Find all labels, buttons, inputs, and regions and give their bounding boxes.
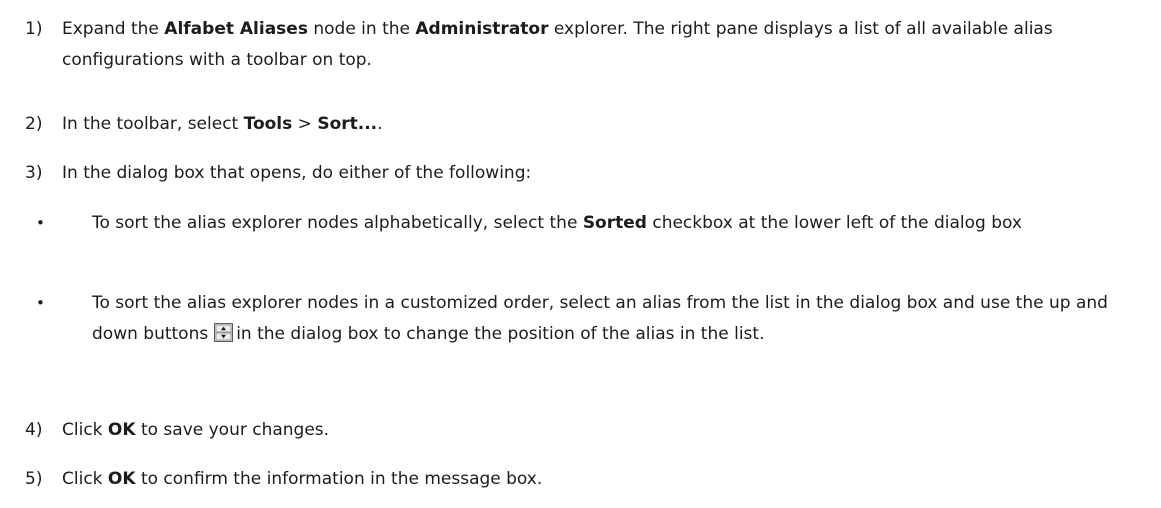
text: in the dialog box to change the position… <box>236 324 765 344</box>
text: Click <box>62 420 108 440</box>
ui-term: Sort... <box>317 114 378 134</box>
text: In the toolbar, select <box>62 114 244 134</box>
text: . <box>377 114 383 134</box>
step-text: Click OK to confirm the information in t… <box>62 464 1145 495</box>
bullet-dot: • <box>36 214 45 232</box>
step-text: In the toolbar, select Tools > Sort.... <box>62 109 1145 140</box>
ui-term: Alfabet Aliases <box>164 19 308 39</box>
step-number: 1) <box>25 19 43 39</box>
bullet-text: To sort the alias explorer nodes in a cu… <box>92 288 1146 350</box>
text: > <box>292 114 318 134</box>
text: to confirm the information in the messag… <box>135 469 543 489</box>
ui-term: OK <box>107 469 136 489</box>
bullet-1: • To sort the alias explorer nodes alpha… <box>36 208 1146 239</box>
text: Expand the <box>62 19 165 39</box>
step-number: 4) <box>25 420 43 440</box>
ui-term: Tools <box>243 114 293 134</box>
step-number: 2) <box>25 114 43 134</box>
bullet-text: To sort the alias explorer nodes alphabe… <box>92 208 1146 239</box>
up-down-buttons-icon <box>214 322 234 342</box>
ui-term: Administrator <box>415 19 549 39</box>
ui-term: OK <box>107 420 136 440</box>
step-number: 3) <box>25 163 43 183</box>
text: In the dialog box that opens, do either … <box>62 163 532 183</box>
bullet-dot: • <box>36 294 45 312</box>
step-1: 1) Expand the Alfabet Aliases node in th… <box>25 14 1145 76</box>
instructions-document: 1) Expand the Alfabet Aliases node in th… <box>0 0 1161 508</box>
step-5: 5) Click OK to confirm the information i… <box>25 464 1145 495</box>
step-text: In the dialog box that opens, do either … <box>62 158 1145 189</box>
bullet-2: • To sort the alias explorer nodes in a … <box>36 288 1146 350</box>
step-text: Expand the Alfabet Aliases node in the A… <box>62 14 1145 76</box>
text: checkbox at the lower left of the dialog… <box>646 213 1022 233</box>
text: To sort the alias explorer nodes alphabe… <box>92 213 583 233</box>
step-3: 3) In the dialog box that opens, do eith… <box>25 158 1145 189</box>
text: to save your changes. <box>135 420 330 440</box>
step-2: 2) In the toolbar, select Tools > Sort..… <box>25 109 1145 140</box>
step-number: 5) <box>25 469 43 489</box>
ui-term: Sorted <box>582 213 647 233</box>
step-text: Click OK to save your changes. <box>62 415 1145 446</box>
text: Click <box>62 469 108 489</box>
text: node in the <box>307 19 416 39</box>
step-4: 4) Click OK to save your changes. <box>25 415 1145 446</box>
